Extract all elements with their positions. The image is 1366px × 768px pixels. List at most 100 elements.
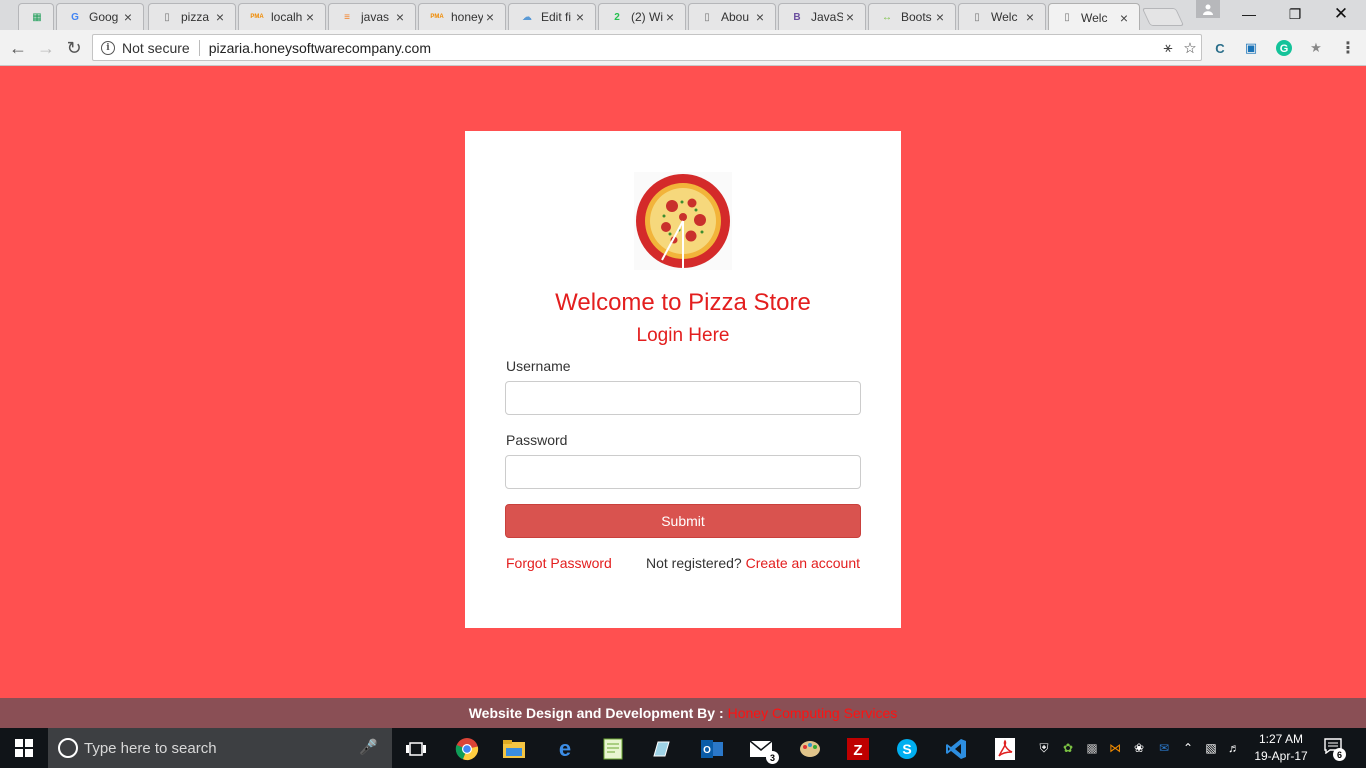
restore-icon[interactable]: ❐ — [1272, 0, 1318, 28]
stackoverflow-icon: ≡ — [344, 11, 350, 23]
taskbar-search-box[interactable]: Type here to search 🎤 — [48, 728, 392, 768]
tab-close-icon[interactable]: × — [843, 9, 857, 25]
device-icon[interactable]: ▩ — [1082, 738, 1102, 758]
tab-title: localh — [271, 10, 303, 24]
tab-close-icon[interactable]: × — [933, 9, 947, 25]
login-subheading: Login Here — [636, 325, 730, 346]
browser-tabstrip: ▦ G Goog × ▯ pizza × PMA localh × ≡ javas × PMA honey ×… — [0, 0, 1366, 31]
reload-icon[interactable]: ↻ — [62, 36, 86, 60]
bootstrap-icon: B — [793, 11, 801, 23]
security-label[interactable]: Not secure — [122, 40, 190, 56]
extension-star-icon[interactable]: ★ — [1306, 38, 1326, 58]
chevron-up-icon[interactable]: ⌃ — [1178, 738, 1198, 758]
xampp-icon[interactable]: ⋈ — [1105, 738, 1125, 758]
profile-icon[interactable] — [1196, 0, 1220, 18]
info-icon[interactable]: i — [101, 40, 115, 55]
notebook-app-icon[interactable] — [641, 732, 681, 766]
site-footer: Website Design and Development By : Hone… — [0, 698, 1366, 728]
username-input[interactable] — [505, 381, 861, 415]
browser-tab[interactable]: B JavaS × — [778, 3, 866, 30]
tab-close-icon[interactable]: × — [483, 9, 497, 25]
system-clock[interactable]: 1:27 AM 19-Apr-17 — [1246, 731, 1316, 765]
tab-close-icon[interactable]: × — [303, 9, 317, 25]
page-icon: ▯ — [974, 11, 980, 23]
satellite-icon[interactable]: ❀ — [1129, 738, 1149, 758]
filezilla-icon[interactable]: Z — [838, 732, 878, 766]
svg-text:S: S — [902, 741, 911, 757]
browser-tab[interactable]: PMA honey × — [418, 3, 506, 30]
skype-icon[interactable]: S — [887, 732, 927, 766]
minimize-icon[interactable]: — — [1226, 0, 1272, 28]
grammarly-icon[interactable]: G — [1274, 38, 1294, 58]
browser-tab[interactable]: ▯ pizza × — [148, 3, 236, 30]
tab-title: Welc — [1081, 10, 1108, 25]
browser-tab[interactable]: PMA localh × — [238, 3, 326, 30]
microphone-icon[interactable]: 🎤 — [359, 738, 378, 756]
file-explorer-icon[interactable] — [494, 732, 534, 766]
tab-close-icon[interactable]: × — [393, 9, 407, 25]
clock-date: 19-Apr-17 — [1254, 749, 1308, 763]
notification-center-icon[interactable]: 6 — [1324, 738, 1346, 761]
url-text[interactable]: pizaria.honeysoftwarecompany.com — [209, 40, 1157, 56]
extension-c-icon[interactable]: C — [1210, 38, 1230, 58]
browser-tab[interactable]: ▯ Abou × — [688, 3, 776, 30]
browser-tab[interactable]: 2 (2) Wi × — [598, 3, 686, 30]
browser-tab[interactable]: ▯ Welc × — [958, 3, 1046, 30]
tab-close-icon[interactable]: × — [213, 9, 227, 25]
tab-close-icon[interactable]: × — [1117, 10, 1131, 26]
outlook-icon[interactable]: O — [692, 732, 732, 766]
screen-capture-icon[interactable]: ▣ — [1241, 38, 1261, 58]
forward-arrow-icon[interactable]: → — [34, 36, 58, 60]
mail-icon[interactable]: 3 — [741, 732, 781, 766]
welcome-heading: Welcome to Pizza Store — [555, 289, 811, 316]
tab-close-icon[interactable]: × — [663, 9, 677, 25]
tab-close-icon[interactable]: × — [1023, 9, 1037, 25]
volume-icon[interactable]: ♬ — [1224, 738, 1244, 758]
footer-brand-link[interactable]: Honey Computing Services — [728, 705, 898, 721]
footer-credit: Website Design and Development By : — [468, 705, 724, 721]
shield-icon[interactable]: ⛨ — [1034, 738, 1054, 758]
visual-studio-icon[interactable] — [936, 732, 976, 766]
bookmark-star-icon[interactable]: ☆ — [1179, 39, 1201, 57]
cloud-icon: ☁ — [522, 11, 532, 23]
tab-title: pizza — [181, 10, 210, 24]
browser-tab[interactable]: G Goog × — [56, 3, 144, 30]
windows-start-icon[interactable] — [0, 728, 48, 768]
tab-close-icon[interactable]: × — [753, 9, 767, 25]
browser-tab[interactable]: ☁ Edit fi × — [508, 3, 596, 30]
menu-dots-icon[interactable]: ⋮ — [1338, 38, 1358, 58]
password-input[interactable] — [505, 455, 861, 489]
svg-text:G: G — [1280, 43, 1289, 55]
tab-close-icon[interactable]: × — [121, 9, 135, 25]
tab-close-icon[interactable]: × — [573, 9, 587, 25]
code-icon: ↔ — [882, 11, 892, 23]
leaf-icon[interactable]: ✿ — [1058, 738, 1078, 758]
back-arrow-icon[interactable]: ← — [6, 36, 30, 60]
close-window-icon[interactable]: ✕ — [1318, 0, 1364, 28]
task-view-icon[interactable] — [396, 732, 436, 766]
notepad-icon[interactable] — [593, 732, 633, 766]
key-icon[interactable]: ⚹ — [1157, 39, 1179, 56]
browser-toolbar: ← → ↻ i Not secure pizaria.honeysoftware… — [0, 30, 1366, 66]
acrobat-icon[interactable] — [985, 732, 1025, 766]
chrome-taskbar-icon[interactable] — [447, 732, 487, 766]
outlook-tray-icon[interactable]: ✉ — [1154, 738, 1174, 758]
address-bar[interactable]: i Not secure pizaria.honeysoftwarecompan… — [92, 34, 1202, 61]
password-label: Password — [506, 432, 568, 448]
browser-tab[interactable]: ▯ Welc × — [1048, 3, 1140, 31]
network-icon[interactable]: ▧ — [1201, 738, 1221, 758]
windows-taskbar: Type here to search 🎤 e O 3 Z S ⛨ ✿ ▩ ⋈ … — [0, 728, 1366, 768]
login-card: Welcome to Pizza Store Login Here Userna… — [465, 131, 901, 628]
sheets-icon: ▦ — [32, 11, 42, 23]
tab-title: Welc — [991, 10, 1018, 24]
browser-tab[interactable]: ≡ javas × — [328, 3, 416, 30]
notification-badge: 6 — [1333, 748, 1346, 761]
browser-tab[interactable]: ↔ Boots × — [868, 3, 956, 30]
paint-icon[interactable] — [790, 732, 830, 766]
forgot-password-link[interactable]: Forgot Password — [506, 555, 612, 571]
browser-tab[interactable]: ▦ — [18, 3, 54, 30]
submit-button[interactable]: Submit — [505, 504, 861, 538]
edge-icon[interactable]: e — [545, 732, 585, 766]
new-tab-button[interactable] — [1141, 8, 1185, 26]
create-account-link[interactable]: Create an account — [746, 555, 860, 571]
